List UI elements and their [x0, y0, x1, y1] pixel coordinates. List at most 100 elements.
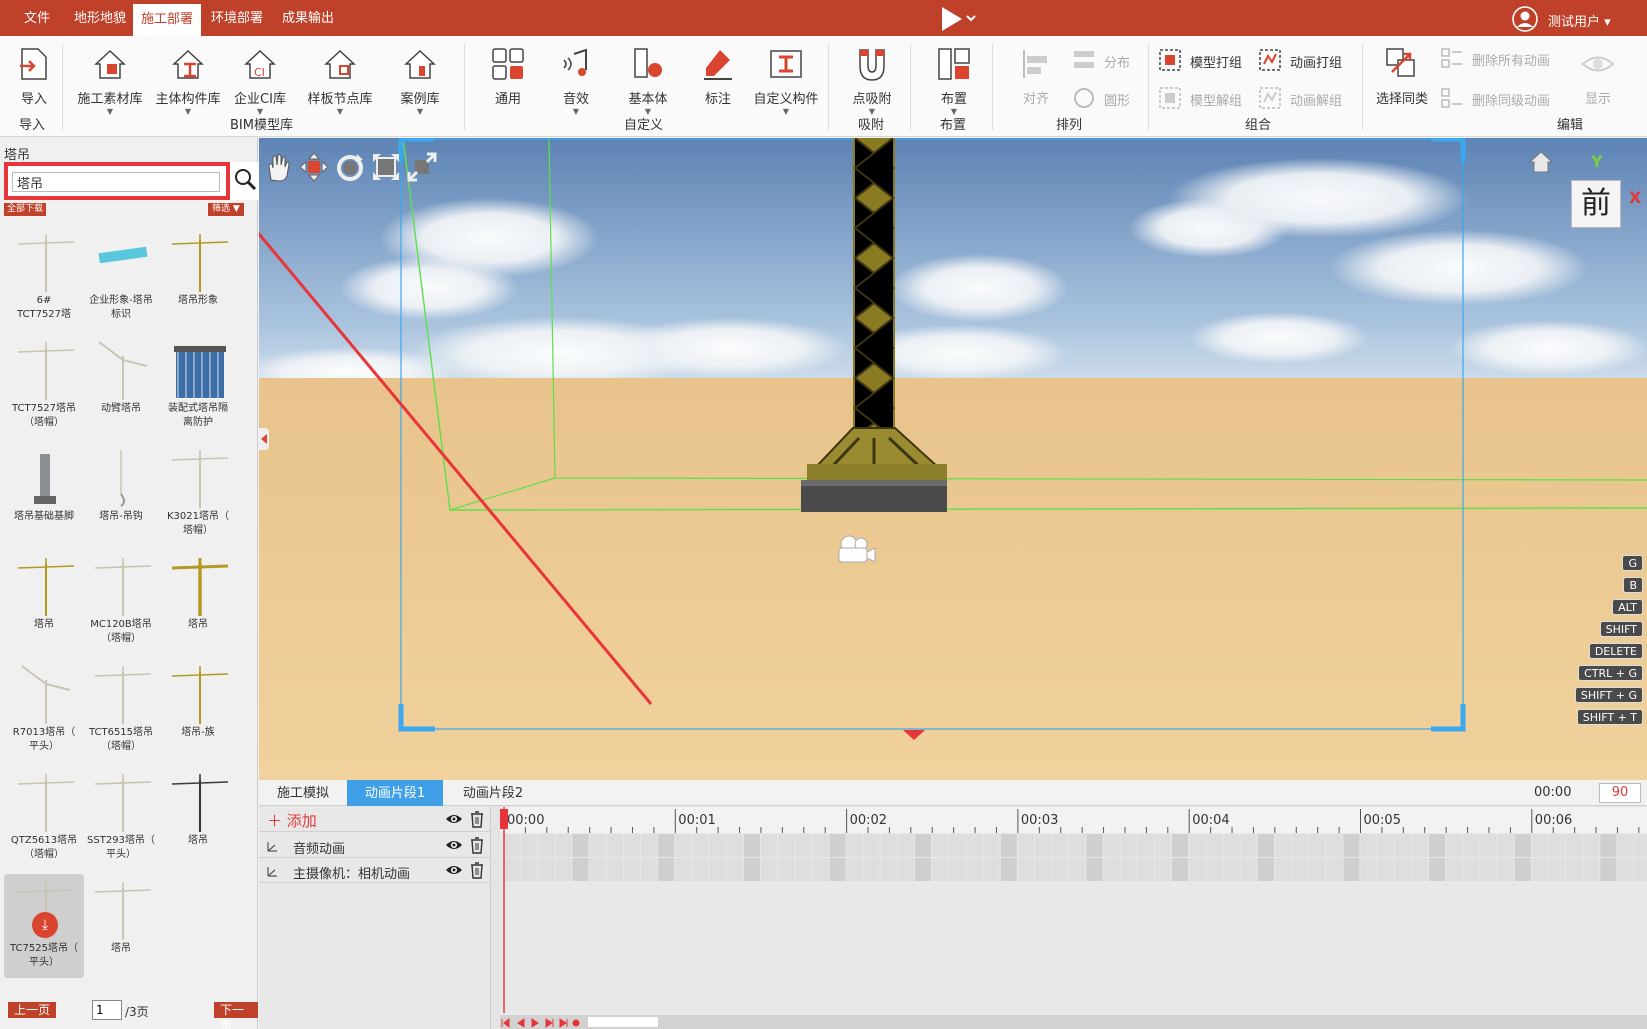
ribbon-separator	[1148, 44, 1149, 130]
frame-cell	[966, 858, 983, 881]
model-tile[interactable]: R7013塔吊（ 平头）	[4, 658, 84, 762]
tab-animation-clip-2[interactable]: 动画片段2	[445, 780, 541, 806]
frame-cell	[1600, 858, 1617, 881]
menu-terrain[interactable]: 地形地貌	[66, 0, 134, 36]
frame-cell	[538, 834, 555, 857]
align-left-icon	[1023, 50, 1047, 78]
custom-component-button[interactable]: 自定义构件 ▼	[748, 46, 824, 116]
3d-viewport[interactable]: Y 前 X G B ALT SHIFT DELETE CTRL + G SHIFT + G S…	[259, 138, 1647, 780]
play-icon[interactable]	[940, 6, 984, 32]
playback-control-icon	[572, 1019, 580, 1027]
track-row[interactable]: 音频动画	[259, 833, 491, 858]
model-tile[interactable]: ⤓ TC7525塔吊（ 平头）	[4, 874, 84, 978]
add-track-button[interactable]: ＋ 添加	[267, 810, 317, 831]
model-tile[interactable]: 塔吊	[158, 766, 238, 870]
page-number-input[interactable]	[92, 1000, 122, 1020]
model-tile[interactable]: 塔吊	[4, 550, 84, 654]
model-thumbnail	[34, 454, 56, 504]
camera-icon[interactable]	[833, 532, 877, 566]
track-row[interactable]: 主摄像机：相机动画	[259, 858, 491, 883]
svg-text:CI: CI	[254, 66, 265, 79]
frame-cell	[743, 834, 760, 857]
model-tile[interactable]: 塔吊基础基脚	[4, 442, 84, 546]
general-button[interactable]: 通用	[486, 46, 530, 107]
layout-panels-icon	[938, 48, 970, 80]
model-tile[interactable]: QTZ5613塔吊 （塔帽）	[4, 766, 84, 870]
model-tile[interactable]: 6# TCT7527塔	[4, 226, 84, 330]
menu-output[interactable]: 成果输出	[274, 0, 342, 36]
pagination: 上一页 /3页 下一页	[0, 1000, 258, 1029]
frame-cell	[1446, 834, 1463, 857]
case-library-button[interactable]: 案例库 ▼	[390, 46, 450, 116]
tab-construction-sim[interactable]: 施工模拟	[259, 780, 347, 806]
model-tile[interactable]: 动臂塔吊	[81, 334, 161, 438]
model-tile[interactable]: 塔吊形象	[158, 226, 238, 330]
frame-count-input[interactable]: 90	[1599, 783, 1641, 803]
model-tile[interactable]: 企业形象-塔吊 标识	[81, 226, 161, 330]
trash-icon[interactable]	[469, 810, 485, 828]
menu-environment[interactable]: 环境部署	[203, 0, 271, 36]
frame-cell	[1463, 858, 1480, 881]
rotate-icon[interactable]	[335, 152, 365, 182]
material-library-button[interactable]: 施工素材库 ▼	[70, 46, 150, 116]
template-node-library-button[interactable]: 样板节点库 ▼	[300, 46, 380, 116]
view-face-front[interactable]: 前	[1571, 180, 1621, 228]
frame-cell	[521, 834, 538, 857]
hand-icon[interactable]	[263, 152, 293, 182]
model-tile[interactable]: SST293塔吊（ 平头）	[81, 766, 161, 870]
move-icon[interactable]	[299, 152, 329, 182]
next-page-button[interactable]: 下一页	[214, 1002, 258, 1029]
model-tile[interactable]: K3021塔吊（ 塔帽）	[158, 442, 238, 546]
track-name: 音频动画	[293, 842, 346, 857]
distribute-icon	[1074, 51, 1094, 68]
view-cube[interactable]: Y 前 X	[1563, 152, 1647, 236]
frame-cell	[1086, 858, 1103, 881]
frame-cell	[658, 858, 675, 881]
eye-icon[interactable]	[445, 863, 463, 877]
home-icon[interactable]	[1527, 148, 1555, 176]
annotation-button[interactable]: 标注	[698, 46, 738, 107]
download-all-button[interactable]: 全部下载	[4, 203, 47, 216]
tab-animation-clip-1[interactable]: 动画片段1	[347, 780, 443, 806]
align-button[interactable]: 对齐	[1016, 46, 1056, 107]
select-same-type-button[interactable]: 选择同类	[1372, 46, 1432, 107]
timeline-ruler[interactable]: 00:00 00:01 00:02 00:03 00:04 00:05 00:06	[500, 807, 1647, 1029]
search-input[interactable]	[12, 172, 220, 192]
prev-page-button[interactable]: 上一页	[8, 1002, 57, 1018]
layout-button[interactable]: 布置 ▼	[934, 46, 974, 116]
structural-library-button[interactable]: 主体构件库 ▼	[148, 46, 228, 116]
axis-y-label: Y	[1591, 152, 1603, 171]
trash-icon[interactable]	[469, 861, 485, 879]
collapse-panel-handle[interactable]	[259, 428, 269, 450]
model-tile[interactable]: TCT7527塔吊 （塔帽）	[4, 334, 84, 438]
model-tile[interactable]: 塔吊	[81, 874, 161, 978]
scale-icon[interactable]	[371, 152, 401, 182]
trash-icon[interactable]	[469, 836, 485, 854]
primitive-button[interactable]: 基本体 ▼	[624, 46, 672, 116]
model-tile[interactable]: 塔吊-吊钩	[81, 442, 161, 546]
menu-file[interactable]: 文件	[16, 0, 58, 36]
import-button[interactable]: 导入	[14, 46, 54, 107]
model-tile[interactable]: TCT6515塔吊 （塔帽）	[81, 658, 161, 762]
frame-cell	[1017, 858, 1035, 881]
eye-icon[interactable]	[445, 812, 463, 826]
filter-button[interactable]: 筛选 ▼	[208, 203, 244, 216]
model-tile[interactable]: MC120B塔吊 （塔帽）	[81, 550, 161, 654]
frame-cell	[606, 834, 623, 857]
model-tile[interactable]: 塔吊-族	[158, 658, 238, 762]
model-tile[interactable]: 塔吊	[158, 550, 238, 654]
enterprise-ci-library-button[interactable]: CI 企业CI库 ▼	[228, 46, 292, 116]
show-button[interactable]: 显示	[1580, 46, 1616, 107]
frame-cell	[521, 858, 538, 881]
page-total: /3页	[125, 1005, 149, 1019]
point-snap-button[interactable]: 点吸附 ▼	[848, 46, 896, 116]
sound-effect-button[interactable]: 音效 ▼	[556, 46, 596, 116]
fullscreen-icon[interactable]	[407, 152, 437, 182]
model-tile[interactable]: 装配式塔吊隔 离防护	[158, 334, 238, 438]
frame-cell	[966, 834, 983, 857]
download-icon[interactable]: ⤓	[32, 912, 58, 938]
model-name: 企业形象-塔吊 标识	[89, 295, 153, 320]
search-button[interactable]	[226, 162, 260, 200]
eye-icon[interactable]	[445, 838, 463, 852]
menu-construction-layout[interactable]: 施工部署	[133, 4, 202, 36]
